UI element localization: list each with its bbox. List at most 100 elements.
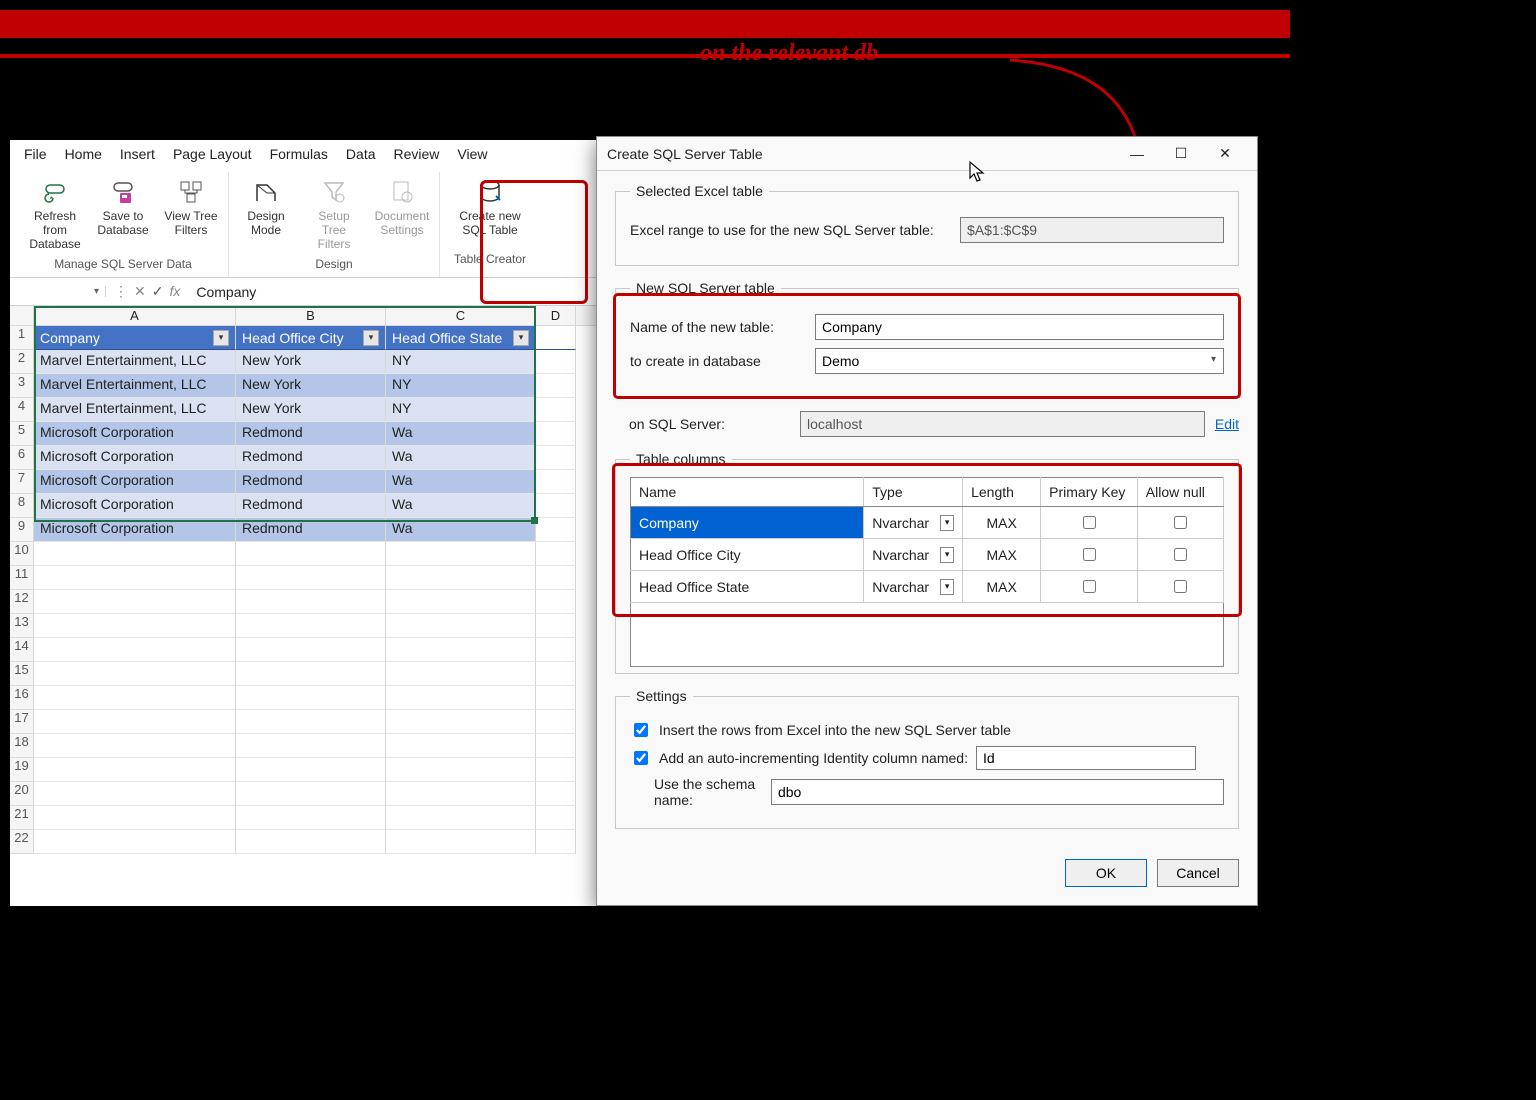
col-name-cell[interactable]: Company bbox=[631, 507, 864, 539]
col-pk-cell[interactable] bbox=[1041, 571, 1138, 603]
dialog-titlebar[interactable]: Create SQL Server Table — ☐ ✕ bbox=[597, 137, 1257, 171]
table-cell[interactable]: NY bbox=[386, 374, 536, 398]
design-mode-button[interactable]: Design Mode bbox=[235, 174, 297, 253]
add-identity-checkbox[interactable] bbox=[634, 751, 648, 765]
table-cell[interactable]: Microsoft Corporation bbox=[34, 494, 236, 518]
table-cell[interactable]: NY bbox=[386, 398, 536, 422]
col-null-cell[interactable] bbox=[1137, 507, 1223, 539]
close-button[interactable]: ✕ bbox=[1203, 139, 1247, 169]
allow-null-checkbox[interactable] bbox=[1174, 516, 1187, 529]
filter-dropdown-icon[interactable]: ▾ bbox=[213, 330, 229, 346]
col-null-cell[interactable] bbox=[1137, 571, 1223, 603]
spreadsheet-grid[interactable]: A B C D 1Company▾Head Office City▾Head O… bbox=[10, 306, 599, 854]
table-cell[interactable]: Redmond bbox=[236, 422, 386, 446]
filter-dropdown-icon[interactable]: ▾ bbox=[363, 330, 379, 346]
create-new-sql-table-button[interactable]: Create new SQL Table bbox=[446, 174, 534, 248]
tab-page-layout[interactable]: Page Layout bbox=[173, 146, 252, 162]
col-null-cell[interactable] bbox=[1137, 539, 1223, 571]
table-cell[interactable]: Microsoft Corporation bbox=[34, 518, 236, 542]
table-header-cell[interactable]: Company▾ bbox=[34, 326, 236, 350]
table-cell[interactable]: Wa bbox=[386, 470, 536, 494]
chevron-down-icon[interactable]: ▾ bbox=[940, 547, 954, 563]
column-row[interactable]: Head Office CityNvarchar▾MAX bbox=[631, 539, 1224, 571]
table-row[interactable]: 3Marvel Entertainment, LLCNew YorkNY bbox=[10, 374, 599, 398]
table-cell[interactable]: Wa bbox=[386, 494, 536, 518]
col-type-cell[interactable]: Nvarchar▾ bbox=[864, 539, 963, 571]
table-cell[interactable]: Microsoft Corporation bbox=[34, 446, 236, 470]
chevron-down-icon[interactable]: ▾ bbox=[940, 515, 954, 531]
table-cell[interactable]: Microsoft Corporation bbox=[34, 470, 236, 494]
pk-checkbox[interactable] bbox=[1083, 516, 1096, 529]
col-name-cell[interactable]: Head Office State bbox=[631, 571, 864, 603]
col-name-cell[interactable]: Head Office City bbox=[631, 539, 864, 571]
table-cell[interactable]: Marvel Entertainment, LLC bbox=[34, 350, 236, 374]
pk-checkbox[interactable] bbox=[1083, 580, 1096, 593]
columns-table[interactable]: Name Type Length Primary Key Allow null … bbox=[630, 477, 1224, 603]
new-table-name-field[interactable] bbox=[815, 314, 1224, 340]
table-cell[interactable]: Marvel Entertainment, LLC bbox=[34, 398, 236, 422]
col-pk-cell[interactable] bbox=[1041, 507, 1138, 539]
chevron-down-icon[interactable]: ▾ bbox=[940, 579, 954, 595]
filter-dropdown-icon[interactable]: ▾ bbox=[513, 330, 529, 346]
table-row[interactable]: 6Microsoft CorporationRedmondWa bbox=[10, 446, 599, 470]
cancel-button[interactable]: Cancel bbox=[1157, 859, 1239, 887]
table-row[interactable]: 4Marvel Entertainment, LLCNew YorkNY bbox=[10, 398, 599, 422]
view-tree-filters-button[interactable]: View Tree Filters bbox=[160, 174, 222, 253]
minimize-button[interactable]: — bbox=[1115, 139, 1159, 169]
table-cell[interactable]: Wa bbox=[386, 446, 536, 470]
tab-home[interactable]: Home bbox=[65, 146, 102, 162]
col-type-cell[interactable]: Nvarchar▾ bbox=[864, 571, 963, 603]
col-pk-cell[interactable] bbox=[1041, 539, 1138, 571]
col-length-cell[interactable]: MAX bbox=[963, 507, 1041, 539]
setup-tree-filters-button[interactable]: Setup Tree Filters bbox=[303, 174, 365, 253]
table-header-cell[interactable]: Head Office City▾ bbox=[236, 326, 386, 350]
table-cell[interactable]: Redmond bbox=[236, 470, 386, 494]
tab-data[interactable]: Data bbox=[346, 146, 376, 162]
tab-formulas[interactable]: Formulas bbox=[270, 146, 328, 162]
allow-null-checkbox[interactable] bbox=[1174, 548, 1187, 561]
table-cell[interactable]: Wa bbox=[386, 422, 536, 446]
range-field[interactable] bbox=[960, 217, 1224, 243]
table-header-cell[interactable]: Head Office State▾ bbox=[386, 326, 536, 350]
table-cell[interactable]: New York bbox=[236, 398, 386, 422]
pk-checkbox[interactable] bbox=[1083, 548, 1096, 561]
column-row[interactable]: Head Office StateNvarchar▾MAX bbox=[631, 571, 1224, 603]
tab-review[interactable]: Review bbox=[394, 146, 440, 162]
formula-input[interactable]: Company bbox=[188, 284, 599, 300]
table-cell[interactable]: NY bbox=[386, 350, 536, 374]
table-cell[interactable]: Redmond bbox=[236, 446, 386, 470]
identity-name-field[interactable] bbox=[976, 746, 1196, 770]
allow-null-checkbox[interactable] bbox=[1174, 580, 1187, 593]
col-length-cell[interactable]: MAX bbox=[963, 571, 1041, 603]
table-row[interactable]: 7Microsoft CorporationRedmondWa bbox=[10, 470, 599, 494]
table-cell[interactable]: Wa bbox=[386, 518, 536, 542]
table-cell[interactable]: Marvel Entertainment, LLC bbox=[34, 374, 236, 398]
edit-server-link[interactable]: Edit bbox=[1215, 416, 1239, 432]
table-cell[interactable]: New York bbox=[236, 350, 386, 374]
table-row[interactable]: 2Marvel Entertainment, LLCNew YorkNY bbox=[10, 350, 599, 374]
name-box[interactable]: ▾ bbox=[10, 286, 106, 297]
col-length-cell[interactable]: MAX bbox=[963, 539, 1041, 571]
refresh-from-db-button[interactable]: Refresh from Database bbox=[24, 174, 86, 253]
table-cell[interactable]: Redmond bbox=[236, 494, 386, 518]
tab-view[interactable]: View bbox=[457, 146, 487, 162]
column-row[interactable]: CompanyNvarchar▾MAX bbox=[631, 507, 1224, 539]
tab-insert[interactable]: Insert bbox=[120, 146, 155, 162]
document-settings-button[interactable]: Document Settings bbox=[371, 174, 433, 253]
schema-name-field[interactable] bbox=[771, 779, 1224, 805]
database-select[interactable] bbox=[815, 348, 1224, 374]
table-cell[interactable]: New York bbox=[236, 374, 386, 398]
col-type-cell[interactable]: Nvarchar▾ bbox=[864, 507, 963, 539]
maximize-button[interactable]: ☐ bbox=[1159, 139, 1203, 169]
tab-file[interactable]: File bbox=[24, 146, 47, 162]
fx-buttons[interactable]: ⋮✕✓fx bbox=[106, 283, 188, 300]
ok-button[interactable]: OK bbox=[1065, 859, 1147, 887]
table-row[interactable]: 9Microsoft CorporationRedmondWa bbox=[10, 518, 599, 542]
table-row[interactable]: 5Microsoft CorporationRedmondWa bbox=[10, 422, 599, 446]
save-to-db-button[interactable]: Save to Database bbox=[92, 174, 154, 253]
table-cell[interactable]: Redmond bbox=[236, 518, 386, 542]
table-cell[interactable]: Microsoft Corporation bbox=[34, 422, 236, 446]
server-field[interactable] bbox=[800, 411, 1205, 437]
table-row[interactable]: 8Microsoft CorporationRedmondWa bbox=[10, 494, 599, 518]
insert-rows-checkbox[interactable] bbox=[634, 723, 648, 737]
